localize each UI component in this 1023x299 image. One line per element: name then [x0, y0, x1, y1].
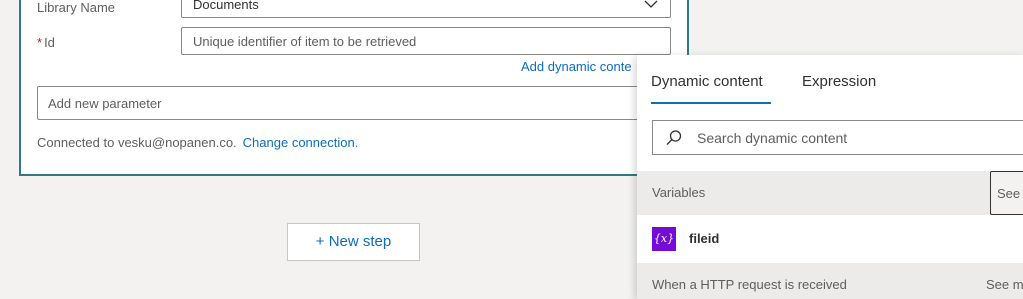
section-title-variables: Variables [652, 185, 706, 200]
id-input[interactable]: Unique identifier of item to be retrieve… [181, 27, 671, 55]
library-name-label: Library Name [37, 0, 116, 15]
section-header-variables: Variables See [637, 171, 1023, 215]
new-step-button[interactable]: + New step [287, 223, 420, 261]
chevron-down-icon [644, 0, 658, 8]
search-icon [666, 130, 682, 145]
tab-dynamic-content[interactable]: Dynamic content [651, 73, 763, 90]
get-file-action-card: Library Name Documents * Id Unique identi… [19, 0, 689, 176]
active-tab-indicator [651, 102, 771, 104]
add-new-parameter-dropdown[interactable]: Add new parameter [37, 86, 657, 120]
connection-info: Connected to vesku@nopanen.co. Change con… [37, 135, 358, 150]
panel-tabs: Dynamic content Expression [637, 55, 1023, 107]
library-name-dropdown[interactable]: Documents [181, 0, 671, 18]
required-marker: * [37, 35, 43, 50]
search-placeholder: Search dynamic content [697, 130, 848, 146]
see-more-button-variables[interactable]: See [990, 171, 1023, 215]
add-parameter-placeholder: Add new parameter [48, 96, 162, 111]
library-name-value: Documents [193, 0, 259, 12]
change-connection-link[interactable]: Change connection. [243, 135, 359, 150]
list-item-label: fileid [689, 231, 720, 246]
section-header-http-request: When a HTTP request is received See m [637, 263, 1023, 299]
dynamic-content-panel: Dynamic content Expression Search dynami… [637, 55, 1023, 299]
connected-text: Connected to vesku@nopanen.co. [37, 135, 237, 150]
id-placeholder: Unique identifier of item to be retrieve… [193, 34, 417, 49]
tab-expression[interactable]: Expression [802, 73, 876, 90]
list-item-fileid[interactable]: {x} fileid [637, 215, 1023, 263]
see-more-link-http-request[interactable]: See m [986, 277, 1023, 292]
see-more-label: See [997, 186, 1021, 201]
id-label: * Id [37, 35, 55, 50]
section-title-http-request: When a HTTP request is received [652, 277, 847, 292]
add-dynamic-content-link[interactable]: Add dynamic conte [521, 59, 632, 74]
variable-icon: {x} [652, 227, 676, 251]
search-dynamic-content-input[interactable]: Search dynamic content [652, 120, 1023, 155]
id-label-text: Id [44, 35, 55, 50]
